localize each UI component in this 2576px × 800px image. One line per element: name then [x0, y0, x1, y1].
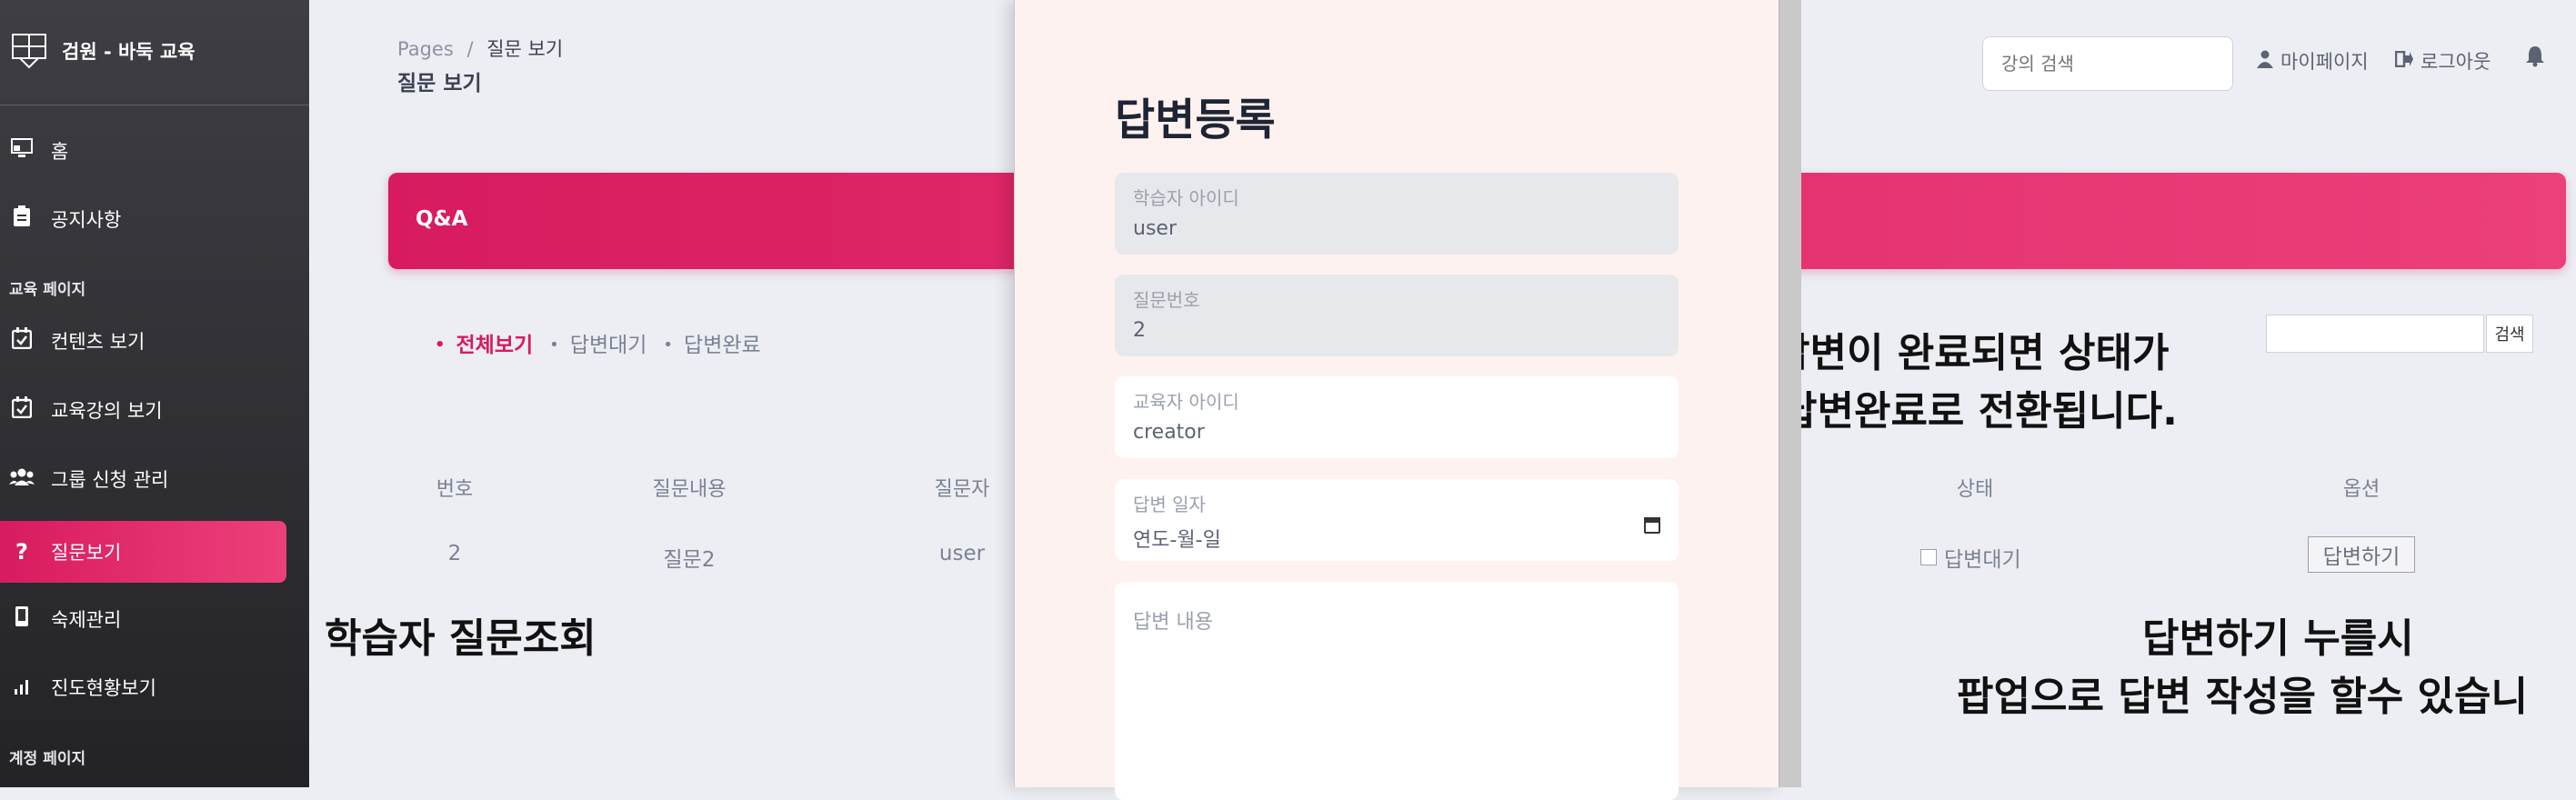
- breadcrumb-current: 질문 보기: [486, 38, 564, 60]
- bullet-icon: •: [663, 335, 674, 355]
- filter-completed[interactable]: • 답변완료: [663, 327, 760, 358]
- field-value: 2: [1133, 319, 1146, 342]
- monitor-icon: [9, 138, 35, 164]
- sign-out-icon: [2394, 50, 2413, 72]
- annotation-status-1: 답변이 완료되면 상태가: [1773, 330, 2170, 376]
- field-student-id: 학습자 아이디 user: [1115, 173, 1679, 255]
- cell-content[interactable]: 질문2: [664, 542, 716, 573]
- sidebar-item-label: 숙제관리: [51, 609, 122, 631]
- sidebar-item-label: 그룹 신청 관리: [51, 469, 169, 491]
- question-icon: ?: [15, 539, 28, 565]
- field-label: 답변 일자: [1133, 494, 1206, 515]
- sidebar-item-questions[interactable]: ? 질문보기: [0, 521, 286, 583]
- question-search-button[interactable]: 검색: [2486, 315, 2533, 353]
- calendar-check-icon: [9, 396, 35, 424]
- brand[interactable]: 검원 - 바둑 교육: [9, 31, 195, 71]
- breadcrumb: Pages / 질문 보기: [397, 35, 563, 62]
- answer-button[interactable]: 답변하기: [2308, 536, 2415, 573]
- mypage-label: 마이페이지: [2280, 51, 2369, 73]
- annotation-status-2: 답변완료로 전환됩니다.: [1780, 388, 2178, 435]
- field-label: 질문번호: [1133, 289, 1200, 311]
- field-value: creator: [1133, 421, 1205, 444]
- filter-label: 답변대기: [569, 334, 647, 357]
- modal-scrollbar[interactable]: [1779, 0, 1801, 787]
- breadcrumb-root[interactable]: Pages: [397, 38, 454, 60]
- filter-label: 전체보기: [456, 334, 534, 357]
- sidebar-item-home[interactable]: 홈: [0, 122, 287, 180]
- sidebar-item-homework[interactable]: 숙제관리: [0, 590, 287, 648]
- field-value: 연도-월-일: [1133, 529, 1221, 552]
- status-filters: • 전체보기 • 답변대기 • 답변완료: [435, 327, 777, 358]
- cell-questioner: user: [938, 542, 986, 565]
- field-label: 학습자 아이디: [1133, 187, 1239, 209]
- sidebar-item-label: 컨텐츠 보기: [51, 331, 145, 353]
- page-title: 질문 보기: [397, 72, 482, 95]
- sidebar-item-notice[interactable]: 공지사항: [0, 190, 287, 248]
- field-answer-date[interactable]: 답변 일자 연도-월-일: [1115, 479, 1679, 561]
- sidebar-item-label: 홈: [51, 141, 69, 163]
- question-search-input[interactable]: [2266, 315, 2484, 353]
- sidebar-item-progress[interactable]: 진도현황보기: [0, 658, 287, 716]
- status-checkbox: [1920, 549, 1937, 565]
- bar-chart-icon: [9, 675, 35, 700]
- mypage-link[interactable]: 마이페이지: [2257, 47, 2369, 75]
- bullet-icon: •: [549, 335, 559, 355]
- sidebar-item-group[interactable]: 그룹 신청 관리: [0, 450, 287, 508]
- table-header-number: 번호: [436, 478, 474, 501]
- bullet-icon: •: [435, 335, 446, 355]
- sidebar: 검원 - 바둑 교육 홈 공지사항 교육 페이지 컨텐츠 보기 교육강의 보기 …: [0, 0, 309, 787]
- table-header-status: 상태: [1956, 478, 1994, 501]
- answer-modal: 답변등록 학습자 아이디 user 질문번호 2 교육자 아이디 creator…: [1014, 0, 1781, 800]
- sidebar-item-contents[interactable]: 컨텐츠 보기: [0, 312, 287, 370]
- sidebar-item-lectures[interactable]: 교육강의 보기: [0, 381, 287, 439]
- filter-all[interactable]: • 전체보기: [435, 327, 533, 358]
- field-label: 교육자 아이디: [1133, 391, 1239, 413]
- cell-status: 답변대기: [1920, 542, 2021, 573]
- users-icon: [9, 466, 35, 492]
- cell-number: 2: [447, 542, 462, 565]
- qa-title: Q&A: [416, 207, 468, 231]
- sidebar-item-label: 질문보기: [51, 542, 122, 564]
- brand-name: 검원 - 바둑 교육: [62, 41, 195, 63]
- filter-label: 답변완료: [684, 334, 761, 357]
- breadcrumb-separator: /: [466, 38, 474, 60]
- annotation-popup-2: 팝업으로 답변 작성을 할수 있습니: [1957, 674, 2528, 720]
- logout-link[interactable]: 로그아웃: [2394, 47, 2491, 75]
- annotation-left: 학습자 질문조회: [325, 615, 596, 662]
- table-header-option: 옵션: [2342, 478, 2381, 501]
- answer-content-textarea[interactable]: 답변 내용: [1115, 582, 1679, 800]
- sidebar-item-label: 공지사항: [51, 209, 122, 231]
- calendar-check-icon: [9, 327, 35, 355]
- annotation-popup-1: 답변하기 누를시: [2142, 615, 2414, 662]
- status-label: 답변대기: [1944, 548, 2021, 572]
- sidebar-item-label: 진도현황보기: [51, 677, 156, 699]
- lecture-search-input[interactable]: [1982, 36, 2233, 91]
- mobile-icon: [9, 605, 35, 633]
- field-question-number: 질문번호 2: [1115, 275, 1679, 356]
- bell-icon[interactable]: [2525, 45, 2545, 73]
- filter-pending[interactable]: • 답변대기: [549, 327, 647, 358]
- sidebar-item-label: 교육강의 보기: [51, 400, 163, 422]
- table-header-questioner: 질문자: [934, 478, 990, 501]
- logout-label: 로그아웃: [2421, 51, 2491, 73]
- clipboard-icon: [9, 205, 35, 233]
- field-value: user: [1133, 217, 1177, 240]
- user-icon: [2257, 50, 2273, 73]
- calendar-icon[interactable]: [1644, 517, 1660, 534]
- field-educator-id[interactable]: 교육자 아이디 creator: [1115, 376, 1679, 458]
- table-header-content: 질문내용: [652, 478, 727, 501]
- logo-icon: [9, 31, 49, 71]
- section-account: 계정 페이지: [9, 750, 86, 768]
- section-education: 교육 페이지: [9, 281, 86, 299]
- modal-title: 답변등록: [1115, 95, 1276, 145]
